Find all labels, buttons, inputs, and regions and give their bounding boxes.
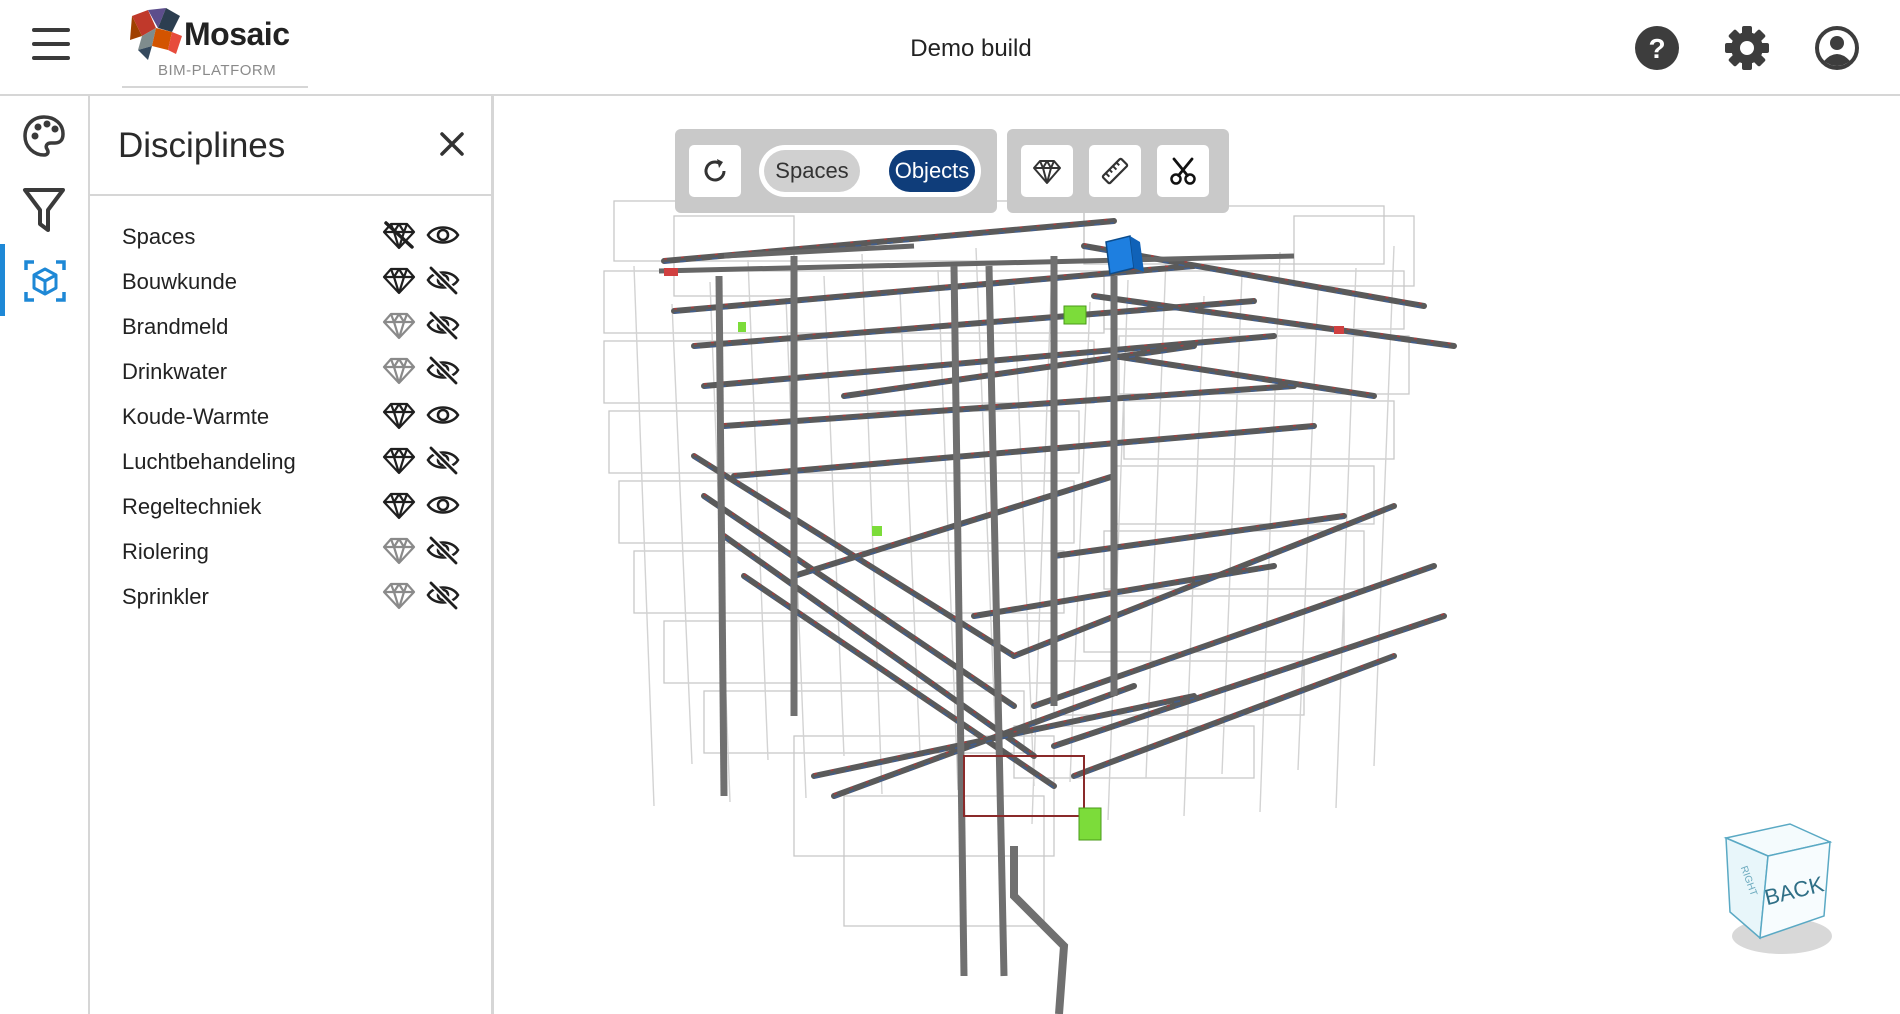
user-account-icon[interactable] bbox=[1814, 25, 1860, 71]
panel-header: Disciplines bbox=[90, 96, 491, 196]
eye-off-icon[interactable] bbox=[426, 310, 460, 342]
discipline-row: Drinkwater bbox=[90, 349, 491, 394]
discipline-row: Koude-Warmte bbox=[90, 394, 491, 439]
view-toolbar: Spaces Objects bbox=[675, 129, 997, 213]
left-rail bbox=[0, 96, 90, 1014]
filter-icon[interactable] bbox=[0, 172, 88, 244]
ghost-diamond-icon[interactable] bbox=[382, 535, 416, 567]
logo-subtitle: BIM-PLATFORM bbox=[158, 62, 277, 79]
settings-gear-icon[interactable] bbox=[1724, 25, 1770, 71]
disciplines-tab[interactable] bbox=[0, 244, 88, 316]
eye-off-icon[interactable] bbox=[426, 580, 460, 612]
ghost-diamond-icon bbox=[1033, 160, 1061, 184]
top-header: Mosaic BIM-PLATFORM Demo build ? bbox=[0, 0, 1900, 96]
svg-text:?: ? bbox=[1648, 33, 1665, 64]
discipline-row: Luchtbehandeling bbox=[90, 439, 491, 484]
discipline-label: Drinkwater bbox=[122, 359, 228, 384]
discipline-list: Spaces Bouwkunde Brandmeld Drinkwater Koude-… bbox=[90, 214, 491, 619]
bim-3d-viewer[interactable]: Spaces Objects BACK RIGHT bbox=[494, 96, 1900, 1014]
ghost-diamond-icon[interactable] bbox=[382, 490, 416, 522]
cube-box-icon bbox=[24, 260, 66, 302]
eye-off-icon[interactable] bbox=[426, 535, 460, 567]
eye-icon[interactable] bbox=[426, 400, 460, 432]
eye-off-icon[interactable] bbox=[426, 355, 460, 387]
eye-off-icon[interactable] bbox=[426, 445, 460, 477]
section-cut-button[interactable] bbox=[1157, 145, 1209, 197]
eye-icon[interactable] bbox=[426, 490, 460, 522]
discipline-row: Brandmeld bbox=[90, 304, 491, 349]
ghost-mode-button[interactable] bbox=[1021, 145, 1073, 197]
hamburger-menu-icon[interactable] bbox=[26, 28, 76, 68]
spaces-objects-toggle[interactable]: Spaces Objects bbox=[759, 145, 981, 197]
active-indicator bbox=[0, 244, 5, 316]
eye-off-icon[interactable] bbox=[426, 265, 460, 297]
ghost-diamond-icon[interactable] bbox=[382, 355, 416, 387]
discipline-label: Luchtbehandeling bbox=[122, 449, 296, 474]
discipline-label: Regeltechniek bbox=[122, 494, 262, 519]
ghost-diamond-icon[interactable] bbox=[382, 580, 416, 612]
ghost-diamond-icon[interactable] bbox=[382, 445, 416, 477]
toggle-objects[interactable]: Objects bbox=[889, 150, 975, 192]
measure-ruler-icon bbox=[1101, 157, 1129, 185]
ghost-diamond-icon[interactable] bbox=[382, 310, 416, 342]
panel-title: Disciplines bbox=[118, 126, 286, 165]
discipline-row: Sprinkler bbox=[90, 574, 491, 619]
ghost-diamond-icon[interactable] bbox=[382, 265, 416, 297]
section-scissors-icon bbox=[1170, 157, 1196, 185]
discipline-row: Bouwkunde bbox=[90, 259, 491, 304]
discipline-label: Spaces bbox=[122, 224, 196, 249]
discipline-label: Sprinkler bbox=[122, 584, 209, 609]
building-model-render[interactable] bbox=[494, 96, 1900, 1014]
eye-icon[interactable] bbox=[426, 220, 460, 252]
ghost-diamond-icon[interactable] bbox=[382, 220, 416, 252]
discipline-label: Bouwkunde bbox=[122, 269, 237, 294]
discipline-label: Koude-Warmte bbox=[122, 404, 270, 429]
discipline-row: Spaces bbox=[90, 214, 491, 259]
toggle-spaces[interactable]: Spaces bbox=[764, 150, 860, 192]
ghost-diamond-icon[interactable] bbox=[382, 400, 416, 432]
tools-toolbar bbox=[1007, 129, 1229, 213]
discipline-row: Regeltechniek bbox=[90, 484, 491, 529]
discipline-row: Riolering bbox=[90, 529, 491, 574]
disciplines-panel: Disciplines Spaces Bouwkunde Brandmeld Drin… bbox=[90, 96, 494, 1014]
discipline-label: Brandmeld bbox=[122, 314, 229, 339]
project-title: Demo build bbox=[910, 35, 1032, 62]
refresh-icon bbox=[704, 159, 726, 182]
palette-icon[interactable] bbox=[0, 100, 88, 172]
refresh-button[interactable] bbox=[689, 145, 741, 197]
logo-wordmark: Mosaic bbox=[184, 16, 290, 52]
discipline-label: Riolering bbox=[122, 539, 209, 564]
measure-button[interactable] bbox=[1089, 145, 1141, 197]
mosaic-logo[interactable]: Mosaic BIM-PLATFORM bbox=[122, 4, 308, 88]
mosaic-logo-mark bbox=[130, 8, 182, 60]
close-icon[interactable] bbox=[434, 126, 470, 162]
navigation-cube[interactable]: BACK RIGHT bbox=[1720, 816, 1850, 961]
help-icon[interactable]: ? bbox=[1634, 25, 1680, 71]
